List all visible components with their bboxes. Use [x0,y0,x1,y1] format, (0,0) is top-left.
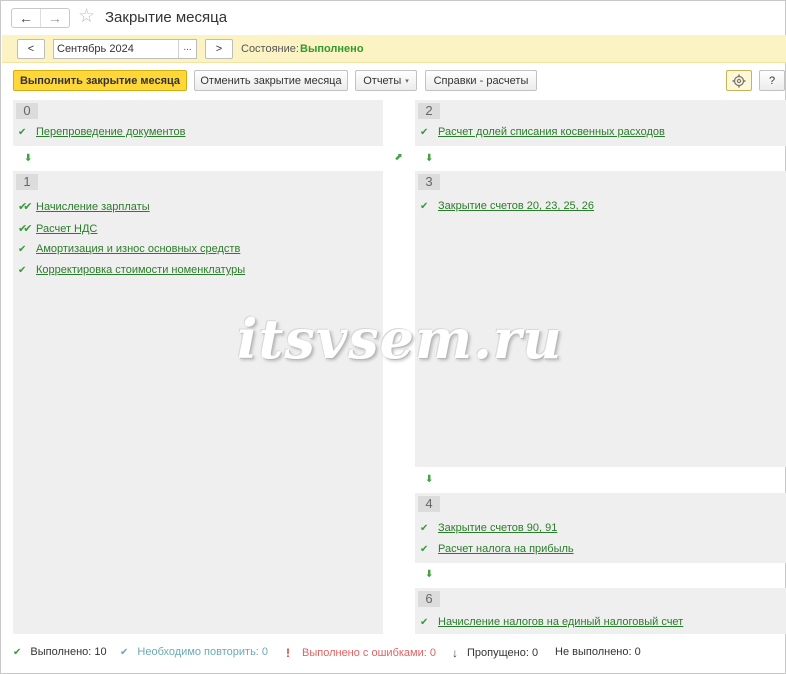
stage-0: 0 ✔ Перепроведение документов [13,100,383,146]
operation-link[interactable]: Расчет долей списания косвенных расходов [438,126,665,138]
reports-menu-button[interactable]: Отчеты ▾ [355,70,417,91]
month-close-window: ← → ☆ Закрытие месяца < Сентябрь 2024 ..… [0,0,786,674]
stage-1: 1 ✔✔ Начисление зарплаты ✔✔ Расчет НДС ✔… [13,171,383,634]
star-icon[interactable]: ☆ [78,6,95,28]
stage-number: 6 [418,591,440,607]
status-repeat-label: Необходимо повторить: 0 [137,646,269,658]
period-select-button[interactable]: ... [178,40,196,58]
state-label: Состояние: [241,43,299,55]
stage-number: 4 [418,496,440,512]
reports-label: Отчеты [363,74,402,87]
operation-link[interactable]: Амортизация и износ основных средств [36,243,240,255]
list-item: ✔✔ Начисление зарплаты [18,200,150,214]
list-item: ✔ Перепроведение документов [18,126,185,138]
arrow-down-icon: ⬇ [425,153,434,164]
status-errors: ! Выполнено с ошибками: 0 [286,646,436,660]
stage-number: 2 [418,103,440,119]
check-icon: ✔ [420,522,429,534]
operation-link[interactable]: Закрытие счетов 20, 23, 25, 26 [438,200,594,212]
chevron-down-icon: ▾ [405,77,409,85]
list-item: ✔ Амортизация и износ основных средств [18,243,240,255]
list-item: ✔ Закрытие счетов 20, 23, 25, 26 [420,200,594,212]
previous-period-button[interactable]: < [17,39,45,59]
check-icon: ✔ [18,243,27,255]
operation-link[interactable]: Начисление налогов на единый налоговый с… [438,616,683,628]
references-calculations-button[interactable]: Справки - расчеты [425,70,537,91]
back-arrow-icon[interactable]: ← [12,9,40,27]
double-check-icon: ✔✔ [18,201,32,213]
operation-link[interactable]: Перепроведение документов [36,126,185,138]
check-icon: ✔ [13,646,22,658]
stage-6: 6 ✔ Начисление налогов на единый налогов… [415,588,786,634]
list-item: ✔ Расчет налога на прибыль [420,543,574,555]
cancel-month-close-button[interactable]: Отменить закрытие месяца [194,70,348,91]
operation-link[interactable]: Начисление зарплаты [36,201,150,213]
check-icon: ✔ [18,126,27,138]
operation-link[interactable]: Корректировка стоимости номенклатуры [36,264,245,276]
list-item: ✔ Корректировка стоимости номенклатуры [18,264,245,276]
status-repeat: ✔ Необходимо повторить: 0 [120,646,268,658]
check-icon: ✔ [18,264,27,276]
stage-number: 3 [418,174,440,190]
check-icon: ✔ [420,126,429,138]
period-field[interactable]: Сентябрь 2024 ... [53,39,197,59]
arrow-down-icon: ⬇ [24,153,33,164]
gear-icon[interactable] [726,70,752,91]
status-skipped: ↓ Пропущено: 0 [452,646,538,660]
period-panel: < Сентябрь 2024 ... > Состояние: Выполне… [2,35,786,63]
stage-number: 1 [16,174,38,190]
status-errors-label: Выполнено с ошибками: 0 [302,647,436,659]
list-item: ✔ Закрытие счетов 90, 91 [420,522,557,534]
arrow-down-icon: ↓ [452,646,458,660]
status-not-done-label: Не выполнено: 0 [555,646,641,658]
check-icon: ✔ [420,616,429,628]
status-skipped-label: Пропущено: 0 [467,647,539,659]
operation-link[interactable]: Расчет налога на прибыль [438,543,574,555]
period-value: Сентябрь 2024 [57,43,134,55]
check-icon: ✔ [420,200,429,212]
stage-2: 2 ✔ Расчет долей списания косвенных расх… [415,100,786,146]
arrow-down-icon: ⬇ [425,569,434,580]
stage-4: 4 ✔ Закрытие счетов 90, 91 ✔ Расчет нало… [415,493,786,563]
arrow-up-right-icon: ⬈ [394,152,403,163]
status-done: ✔ Выполнено: 10 [13,646,107,658]
operation-link[interactable]: Расчет НДС [36,223,97,235]
arrow-down-icon: ⬇ [425,474,434,485]
watermark: itsvsem.ru [237,307,563,371]
state-value: Выполнено [300,43,364,55]
check-icon: ✔ [420,543,429,555]
status-done-label: Выполнено: 10 [30,646,107,658]
list-item: ✔✔ Расчет НДС [18,222,97,236]
double-check-icon: ✔✔ [18,223,32,235]
page-title: Закрытие месяца [105,9,228,26]
stage-number: 0 [16,103,38,119]
help-button[interactable]: ? [759,70,785,91]
list-item: ✔ Начисление налогов на единый налоговый… [420,616,683,628]
list-item: ✔ Расчет долей списания косвенных расход… [420,126,665,138]
status-not-done: Не выполнено: 0 [555,646,641,658]
navigation-buttons: ← → [11,8,70,28]
run-month-close-button[interactable]: Выполнить закрытие месяца [13,70,187,91]
gear-icon-svg [732,74,746,87]
forward-arrow-icon[interactable]: → [40,9,69,27]
next-period-button[interactable]: > [205,39,233,59]
exclamation-icon: ! [286,646,290,660]
check-outline-icon: ✔ [120,646,129,658]
operation-link[interactable]: Закрытие счетов 90, 91 [438,522,557,534]
